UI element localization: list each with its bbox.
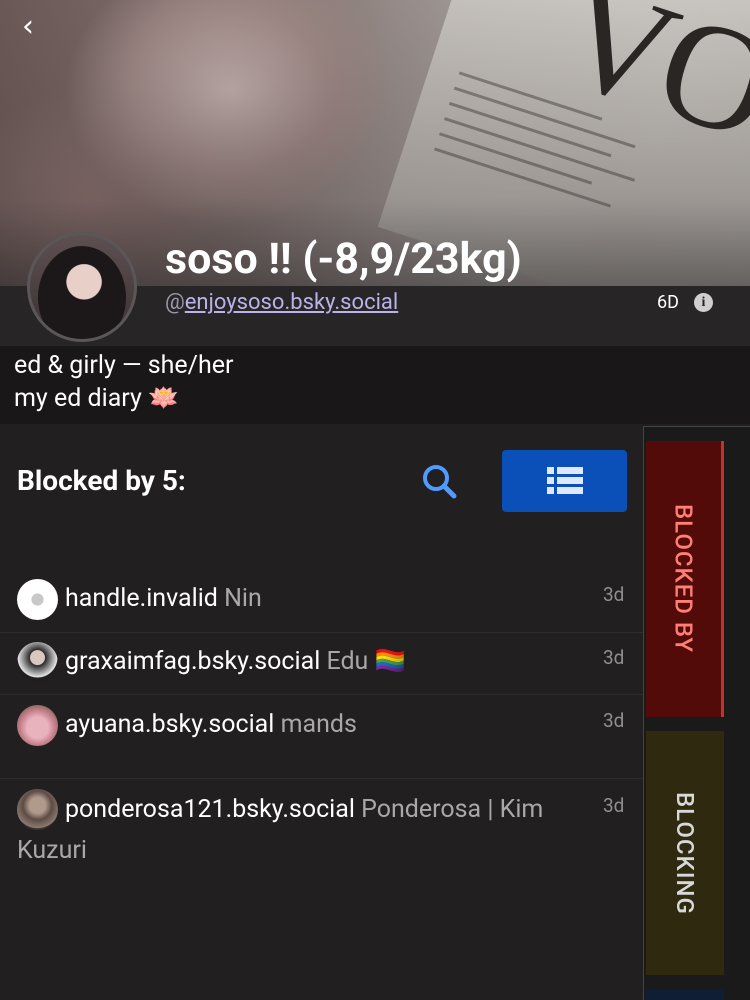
avatar[interactable] bbox=[27, 232, 137, 342]
row-text: ayuana.bsky.social mands bbox=[65, 710, 357, 739]
search-button[interactable] bbox=[417, 460, 461, 504]
side-tab-bar: BLOCKED BY BLOCKING bbox=[643, 426, 750, 1000]
account-age: 6D bbox=[657, 292, 679, 313]
bio-line: my ed diary 🪷 bbox=[14, 384, 180, 413]
list-title: Blocked by 5: bbox=[17, 464, 186, 497]
row-time: 3d bbox=[603, 583, 625, 606]
row-text: handle.invalid Nin bbox=[65, 584, 262, 613]
row-divider bbox=[0, 778, 643, 779]
row-divider bbox=[0, 632, 643, 633]
tab-next[interactable] bbox=[646, 989, 724, 1000]
row-time: 3d bbox=[603, 709, 625, 732]
user-nickname: Nin bbox=[224, 584, 262, 613]
info-icon[interactable]: i bbox=[694, 293, 713, 312]
tab-label: BLOCKING bbox=[671, 791, 699, 915]
handle-link[interactable]: enjoysoso.bsky.social bbox=[185, 290, 398, 315]
user-handle[interactable]: graxaimfag.bsky.social bbox=[65, 647, 320, 676]
tab-blocked-by[interactable]: BLOCKED BY bbox=[646, 441, 724, 717]
bio-line: ed & girly — she/her bbox=[14, 351, 234, 380]
profile-handle[interactable]: @enjoysoso.bsky.social bbox=[165, 290, 398, 315]
user-handle[interactable]: handle.invalid bbox=[65, 584, 218, 613]
tab-label: BLOCKED BY bbox=[669, 504, 698, 654]
user-nickname: Ponderosa | Kim bbox=[361, 795, 544, 824]
profile-bio: ed & girly — she/her my ed diary 🪷 bbox=[0, 346, 750, 424]
user-handle[interactable]: ponderosa121.bsky.social bbox=[65, 795, 355, 824]
user-nickname: mands bbox=[280, 710, 357, 739]
list-icon bbox=[546, 467, 583, 494]
list-view-button[interactable] bbox=[502, 450, 627, 512]
row-time: 3d bbox=[603, 646, 625, 669]
handle-prefix: @ bbox=[165, 290, 185, 315]
display-name: soso !! (-8,9/23kg) bbox=[165, 234, 522, 284]
user-avatar[interactable] bbox=[17, 579, 58, 620]
blocked-by-panel: Blocked by 5: handle.invalid Nin 3d grax… bbox=[0, 426, 643, 1000]
row-text: ponderosa121.bsky.social Ponderosa | Kim bbox=[65, 795, 543, 824]
row-divider bbox=[0, 694, 643, 695]
user-avatar[interactable] bbox=[17, 705, 58, 746]
user-avatar[interactable] bbox=[17, 789, 58, 830]
user-avatar[interactable] bbox=[17, 642, 58, 683]
user-nickname-wrap: Kuzuri bbox=[17, 836, 87, 865]
user-handle[interactable]: ayuana.bsky.social bbox=[65, 710, 274, 739]
user-nickname: Edu 🏳️‍🌈 bbox=[326, 647, 406, 676]
row-time: 3d bbox=[603, 794, 625, 817]
back-button[interactable]: ‹ bbox=[22, 12, 34, 42]
tab-blocking[interactable]: BLOCKING bbox=[646, 731, 724, 975]
search-icon bbox=[423, 465, 457, 499]
row-text: graxaimfag.bsky.social Edu 🏳️‍🌈 bbox=[65, 647, 406, 676]
